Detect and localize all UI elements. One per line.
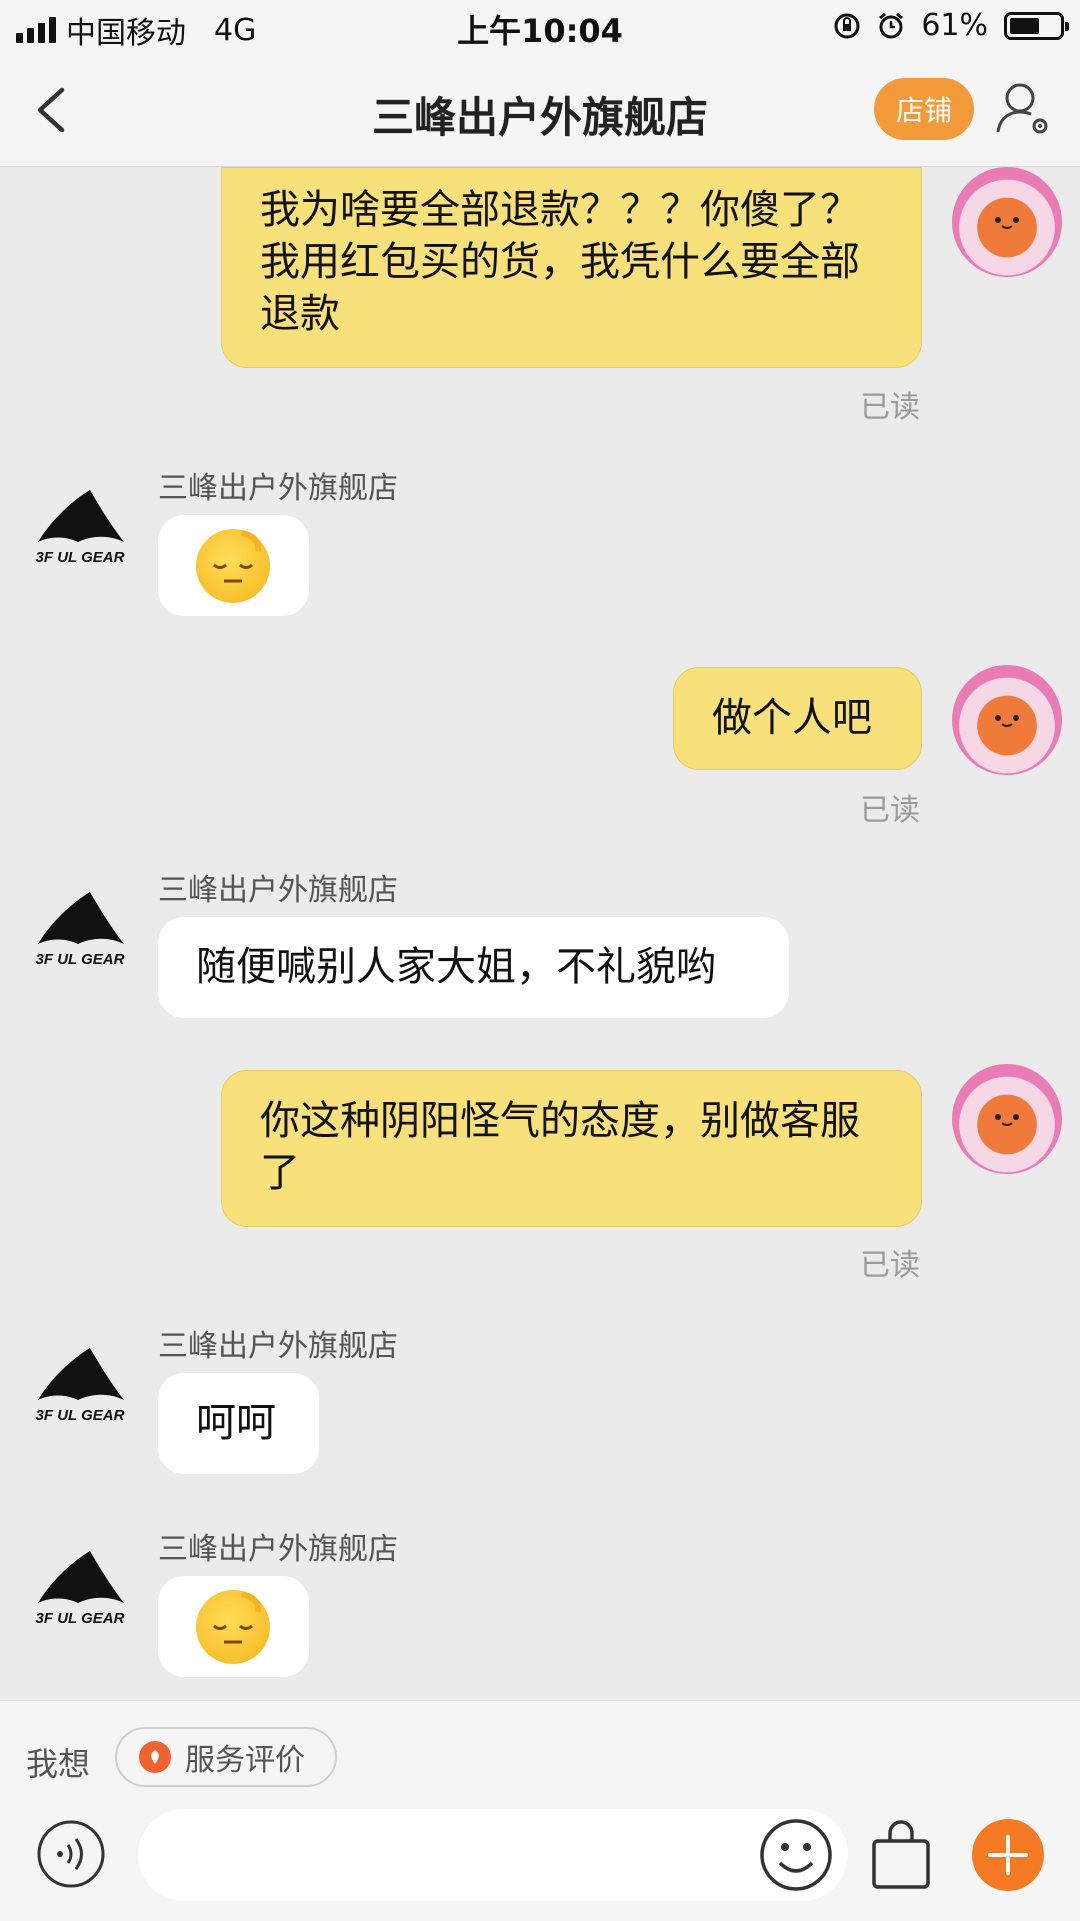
shop-logo-avatar[interactable]: 3F UL GEAR — [30, 1340, 130, 1440]
sleepy-face-emoji — [196, 1590, 270, 1664]
incoming-message[interactable]: 随便喊别人家大姐，不礼貌哟 — [158, 917, 789, 1018]
incoming-emoji-message[interactable] — [158, 515, 309, 616]
user-avatar[interactable] — [952, 1064, 1062, 1174]
user-avatar[interactable] — [952, 167, 1062, 277]
read-status: 已读 — [860, 793, 920, 828]
battery-percent: 61% — [921, 8, 988, 43]
sleepy-face-emoji — [196, 529, 270, 603]
message-text: 呵呵 — [196, 1400, 276, 1446]
read-status: 已读 — [860, 390, 920, 425]
shop-logo-avatar[interactable]: 3F UL GEAR — [30, 884, 130, 984]
message-text: 做个人吧 — [712, 695, 872, 741]
profile-settings-icon[interactable] — [994, 78, 1054, 138]
service-review-chip[interactable]: 服务评价 — [115, 1727, 337, 1787]
sender-name: 三峰出户外旗舰店 — [158, 1329, 398, 1364]
sender-name: 三峰出户外旗舰店 — [158, 873, 398, 908]
alarm-icon — [879, 12, 904, 38]
want-label: 我想 — [26, 1745, 91, 1783]
message-text: 你这种阴阳怪气的态度，别做客服了 — [260, 1098, 860, 1196]
outgoing-message[interactable]: 做个人吧 — [673, 667, 922, 770]
battery-fill — [1010, 17, 1039, 34]
shop-logo-text: 3F UL GEAR — [36, 1407, 125, 1424]
plus-button[interactable] — [972, 1819, 1044, 1891]
incoming-message[interactable]: 呵呵 — [158, 1373, 319, 1474]
read-status: 已读 — [860, 1248, 920, 1283]
avatar-face — [995, 715, 1019, 727]
voice-icon[interactable] — [36, 1819, 106, 1889]
shop-button[interactable]: 店铺 — [874, 78, 974, 140]
shop-logo-text: 3F UL GEAR — [36, 951, 125, 968]
review-chip-label: 服务评价 — [185, 1743, 305, 1778]
nav-bar: 三峰出户外旗舰店 店铺 — [0, 54, 1080, 167]
message-text: 随便喊别人家大姐，不礼貌哟 — [196, 944, 716, 990]
incoming-emoji-message[interactable] — [158, 1576, 309, 1677]
message-input[interactable] — [138, 1809, 848, 1901]
battery-icon — [1004, 11, 1069, 40]
emoji-icon[interactable] — [758, 1817, 834, 1893]
avatar-face — [995, 217, 1019, 229]
status-bar: 中国移动 4G 上午10:04 61% — [0, 0, 1080, 54]
plus-icon — [988, 1835, 1028, 1875]
chat-area[interactable]: 我为啥要全部退款？？？你傻了？我用红包买的货，我凭什么要全部退款 已读 三峰出户… — [0, 167, 1080, 1700]
status-right: 61% — [833, 8, 1069, 43]
review-icon — [139, 1741, 171, 1773]
avatar-face — [995, 1114, 1019, 1126]
sender-name: 三峰出户外旗舰店 — [158, 1532, 398, 1567]
sender-name: 三峰出户外旗舰店 — [158, 471, 398, 506]
shop-logo-text: 3F UL GEAR — [36, 549, 125, 566]
input-area: 我想 服务评价 — [0, 1700, 1080, 1921]
message-text: 我为啥要全部退款？？？你傻了？我用红包买的货，我凭什么要全部退款 — [260, 187, 860, 337]
shopping-bag-icon[interactable] — [868, 1819, 934, 1891]
user-avatar[interactable] — [952, 665, 1062, 775]
outgoing-message[interactable]: 你这种阴阳怪气的态度，别做客服了 — [221, 1070, 922, 1227]
shop-logo-avatar[interactable]: 3F UL GEAR — [30, 1543, 130, 1643]
shop-logo-avatar[interactable]: 3F UL GEAR — [30, 482, 130, 582]
rotation-lock-icon — [834, 13, 860, 38]
outgoing-message[interactable]: 我为啥要全部退款？？？你傻了？我用红包买的货，我凭什么要全部退款 — [221, 167, 922, 368]
shop-logo-text: 3F UL GEAR — [36, 1610, 125, 1627]
